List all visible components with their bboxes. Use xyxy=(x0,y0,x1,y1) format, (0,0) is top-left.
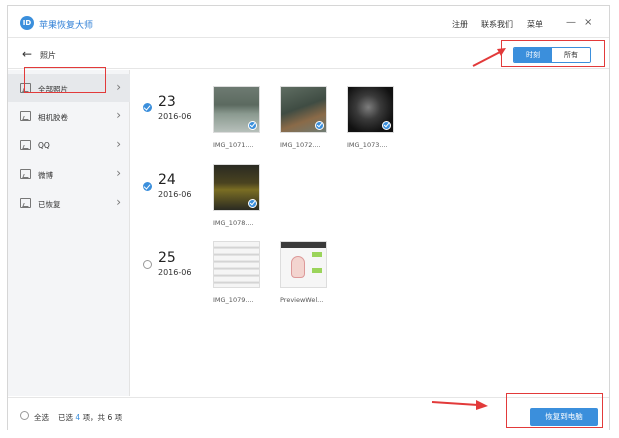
photo-grid: 23 2016-06 IMG_1071.... IMG_1072.... IMG… xyxy=(131,70,609,396)
select-all-radio[interactable] xyxy=(20,411,29,420)
chat-bubble xyxy=(312,268,322,273)
photo-image xyxy=(214,242,259,287)
chevron-right-icon: › xyxy=(116,195,121,209)
app-title: 苹果恢复大师 xyxy=(39,21,94,31)
annotation-arrow-icon xyxy=(472,48,506,67)
sidebar-item-label: 相机胶卷 xyxy=(38,113,68,122)
status-prefix: 已选 xyxy=(58,413,73,422)
annotation-arrow-icon xyxy=(431,400,488,410)
photo-name: IMG_1071.... xyxy=(213,141,254,149)
photo-thumbnail[interactable] xyxy=(213,86,260,133)
sidebar-item-weibo[interactable]: 微博 › xyxy=(8,160,130,188)
close-button[interactable]: × xyxy=(584,17,592,28)
annotation-box-toggle xyxy=(501,40,605,67)
photo-thumbnail[interactable] xyxy=(347,86,394,133)
selected-count: 4 xyxy=(75,413,81,422)
sidebar: 全部照片 › 相机胶卷 › QQ › 微博 › 已恢复 › xyxy=(8,70,130,396)
group-checkbox-24[interactable] xyxy=(143,182,152,191)
page-title: 照片 xyxy=(40,51,56,60)
chat-bubble xyxy=(312,252,322,257)
photo-thumbnail[interactable] xyxy=(213,241,260,288)
photo-name: IMG_1079.... xyxy=(213,296,254,304)
group-month: 2016-06 xyxy=(158,112,192,121)
group-month: 2016-06 xyxy=(158,190,192,199)
sidebar-item-recovered[interactable]: 已恢复 › xyxy=(8,189,130,217)
image-icon xyxy=(20,198,31,208)
photo-name: IMG_1073.... xyxy=(347,141,388,149)
check-icon[interactable] xyxy=(248,199,257,208)
menu-link[interactable]: 菜单 xyxy=(527,19,543,30)
chevron-right-icon: › xyxy=(116,166,121,180)
check-icon[interactable] xyxy=(315,121,324,130)
sidebar-item-label: 微博 xyxy=(38,171,53,180)
selection-status: 已选 4 项，共 6 项 xyxy=(58,412,122,423)
group-day: 23 xyxy=(158,94,176,110)
sidebar-item-qq[interactable]: QQ › xyxy=(8,131,130,159)
photo-name: IMG_1072.... xyxy=(280,141,321,149)
photo-thumbnail[interactable] xyxy=(213,164,260,211)
image-icon xyxy=(20,111,31,121)
app-logo-icon: ID xyxy=(20,16,34,30)
title-bar: ID 苹果恢复大师 注册 联系我们 菜单 — × xyxy=(8,6,609,38)
image-icon xyxy=(20,169,31,179)
contact-us-link[interactable]: 联系我们 xyxy=(481,19,513,30)
group-month: 2016-06 xyxy=(158,268,192,277)
photo-name: IMG_1078.... xyxy=(213,219,254,227)
chevron-right-icon: › xyxy=(116,137,121,151)
group-checkbox-25[interactable] xyxy=(143,260,152,269)
check-icon[interactable] xyxy=(382,121,391,130)
sidebar-item-camera-roll[interactable]: 相机胶卷 › xyxy=(8,102,130,130)
status-suffix: 项，共 6 项 xyxy=(82,413,123,422)
annotation-box-recover xyxy=(506,393,603,428)
select-all-label[interactable]: 全选 xyxy=(34,412,49,423)
sidebar-item-label: 已恢复 xyxy=(38,200,61,209)
register-link[interactable]: 注册 xyxy=(452,19,468,30)
cartoon-sticker-image xyxy=(291,256,305,278)
photo-thumbnail[interactable] xyxy=(280,86,327,133)
photo-name: PreviewWel... xyxy=(280,296,324,304)
group-day: 24 xyxy=(158,172,176,188)
annotation-box-sidebar xyxy=(24,67,106,93)
phone-status-bar xyxy=(281,242,326,248)
photo-thumbnail[interactable] xyxy=(280,241,327,288)
chevron-right-icon: › xyxy=(116,80,121,94)
group-checkbox-23[interactable] xyxy=(143,103,152,112)
group-day: 25 xyxy=(158,250,176,266)
check-icon[interactable] xyxy=(248,121,257,130)
image-icon xyxy=(20,140,31,150)
sidebar-item-label: QQ xyxy=(38,141,50,150)
minimize-button[interactable]: — xyxy=(566,17,576,28)
chevron-right-icon: › xyxy=(116,108,121,122)
arrow-left-icon[interactable]: ← xyxy=(22,47,32,61)
photo-image xyxy=(281,242,326,287)
